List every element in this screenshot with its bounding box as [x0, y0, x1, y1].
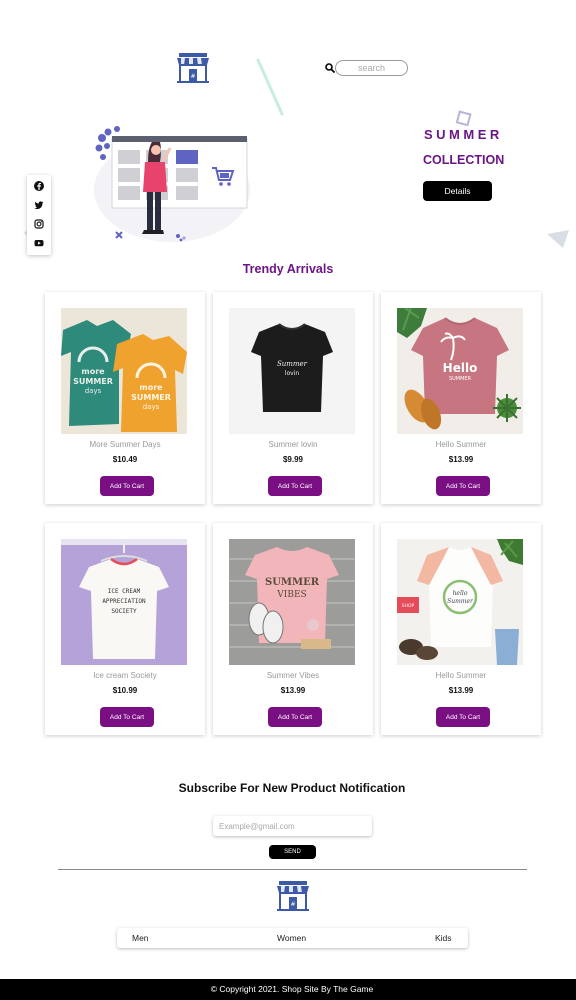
svg-text:more: more [139, 383, 163, 392]
social-bar [27, 175, 51, 255]
subscribe-title: Subscribe For New Product Notification [178, 781, 406, 795]
svg-text:ICE CREAM: ICE CREAM [108, 588, 141, 595]
search-input[interactable] [335, 60, 408, 76]
decorative-triangle [547, 230, 569, 248]
svg-text:SUMMER: SUMMER [449, 376, 472, 382]
store-icon[interactable]: # [176, 52, 210, 84]
product-image[interactable]: hello Summer SHOP [397, 539, 523, 665]
product-image[interactable]: Summer lovin [229, 308, 355, 434]
hero-illustration [94, 126, 250, 242]
send-button[interactable]: SEND [269, 845, 316, 859]
svg-text:#: # [190, 73, 195, 80]
twitter-icon[interactable] [34, 200, 44, 210]
product-card: more SUMMER days more SUMMER days More S… [45, 292, 205, 504]
hero-title-summer: SUMMER [424, 127, 503, 142]
section-title: Trendy Arrivals [242, 262, 334, 276]
copyright-text: © Copyright 2021. Shop Site By The Game [210, 984, 374, 994]
add-to-cart-button[interactable]: Add To Cart [436, 707, 490, 727]
add-to-cart-button[interactable]: Add To Cart [268, 707, 322, 727]
product-image[interactable]: more SUMMER days more SUMMER days [61, 308, 187, 434]
svg-text:SOCIETY: SOCIETY [111, 608, 137, 615]
product-name[interactable]: More Summer Days [45, 440, 205, 449]
product-price: $13.99 [280, 686, 306, 695]
product-name[interactable]: Ice cream Society [45, 671, 205, 680]
product-card: ICE CREAM APPRECIATION SOCIETY Ice cream… [45, 523, 205, 735]
nav-link-men[interactable]: Men [132, 933, 149, 943]
product-card: Summer lovin Summer lovin $9.99 Add To C… [213, 292, 373, 504]
svg-text:lovin: lovin [285, 370, 300, 377]
product-card: hello Summer SHOP Hello Summer $13.99 Ad… [381, 523, 541, 735]
add-to-cart-button[interactable]: Add To Cart [436, 476, 490, 496]
divider [58, 869, 527, 870]
add-to-cart-button[interactable]: Add To Cart [100, 476, 154, 496]
product-price: $10.99 [112, 686, 138, 695]
product-card: SUMMER VIBES Summer Vibes $13.99 Add To … [213, 523, 373, 735]
svg-text:SUMMER: SUMMER [265, 577, 320, 588]
search-icon[interactable] [325, 63, 335, 73]
svg-text:Summer: Summer [277, 360, 308, 368]
footer-nav: Men Women Kids [117, 928, 468, 948]
product-card: Hello SUMMER Hello Summer $13.99 Add To … [381, 292, 541, 504]
svg-text:SUMMER: SUMMER [131, 393, 171, 402]
email-field[interactable] [213, 816, 372, 836]
nav-link-kids[interactable]: Kids [435, 933, 452, 943]
product-name[interactable]: Summer Vibes [213, 671, 373, 680]
nav-link-women[interactable]: Women [277, 933, 306, 943]
svg-text:#: # [290, 901, 295, 908]
svg-text:days: days [85, 387, 102, 395]
product-name[interactable]: Hello Summer [381, 671, 541, 680]
decorative-line [256, 58, 284, 116]
svg-text:SUMMER: SUMMER [73, 377, 113, 386]
product-price: $13.99 [448, 455, 474, 464]
add-to-cart-button[interactable]: Add To Cart [268, 476, 322, 496]
svg-text:more: more [81, 367, 105, 376]
instagram-icon[interactable] [34, 219, 44, 229]
search-bar [325, 60, 409, 77]
product-price: $13.99 [448, 686, 474, 695]
svg-text:Summer: Summer [447, 598, 474, 605]
copyright-bar: © Copyright 2021. Shop Site By The Game [0, 979, 576, 1000]
product-image[interactable]: SUMMER VIBES [229, 539, 355, 665]
product-image[interactable]: Hello SUMMER [397, 308, 523, 434]
youtube-icon[interactable] [34, 238, 44, 248]
decorative-square [455, 110, 472, 127]
svg-text:days: days [143, 403, 160, 411]
svg-text:Hello: Hello [443, 361, 478, 375]
details-button[interactable]: Details [423, 181, 492, 201]
product-price: $9.99 [282, 455, 304, 464]
svg-text:SHOP: SHOP [402, 603, 415, 609]
product-name[interactable]: Summer lovin [213, 440, 373, 449]
svg-text:VIBES: VIBES [276, 590, 306, 600]
product-price: $10.49 [112, 455, 138, 464]
svg-text:hello: hello [453, 590, 468, 597]
svg-text:APPRECIATION: APPRECIATION [102, 598, 146, 605]
product-image[interactable]: ICE CREAM APPRECIATION SOCIETY [61, 539, 187, 665]
hero-title-collection: COLLECTION [423, 153, 505, 167]
store-icon[interactable]: # [276, 880, 310, 912]
facebook-icon[interactable] [34, 181, 44, 191]
product-name[interactable]: Hello Summer [381, 440, 541, 449]
add-to-cart-button[interactable]: Add To Cart [100, 707, 154, 727]
